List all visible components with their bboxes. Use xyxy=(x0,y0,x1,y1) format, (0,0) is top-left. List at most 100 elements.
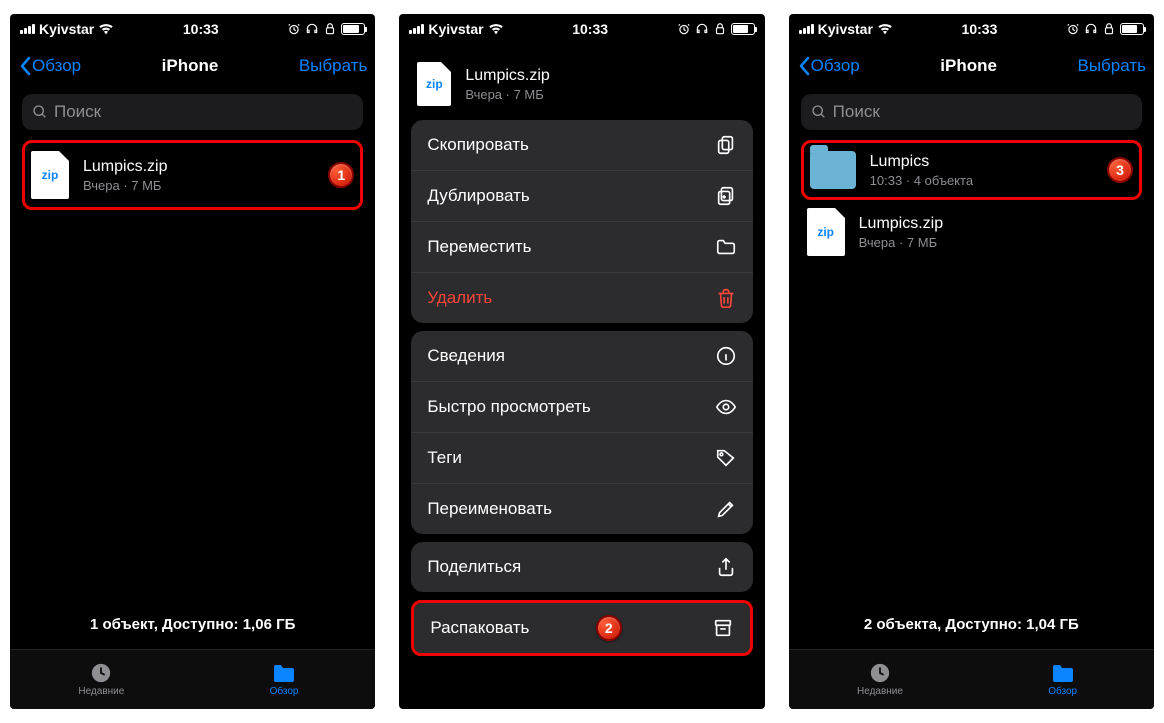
headphones-icon xyxy=(1084,22,1098,36)
lock-icon xyxy=(1102,22,1116,36)
tab-browse-label: Обзор xyxy=(1048,686,1077,697)
search-icon xyxy=(811,104,827,120)
menu-delete[interactable]: Удалить xyxy=(411,273,752,323)
zip-file-icon: zip xyxy=(31,151,69,199)
select-button[interactable]: Выбрать xyxy=(1078,56,1146,76)
folder-meta: 10:33 · 4 объекта xyxy=(870,173,1093,188)
menu-info-label: Сведения xyxy=(427,346,505,366)
pencil-icon xyxy=(715,498,737,520)
lock-icon xyxy=(323,22,337,36)
tab-recents[interactable]: Недавние xyxy=(789,650,972,709)
info-icon xyxy=(715,345,737,367)
menu-rename[interactable]: Переименовать xyxy=(411,484,752,534)
menu-delete-label: Удалить xyxy=(427,288,492,308)
file-meta: Вчера · 7 МБ xyxy=(465,87,746,102)
menu-copy-label: Скопировать xyxy=(427,135,529,155)
tag-icon xyxy=(715,447,737,469)
tab-recents-label: Недавние xyxy=(78,686,124,697)
battery-icon xyxy=(341,23,365,35)
nav-title: iPhone xyxy=(162,56,219,76)
clock-label: 10:33 xyxy=(962,21,998,37)
alarm-icon xyxy=(677,22,691,36)
tab-recents-label: Недавние xyxy=(857,686,903,697)
share-icon xyxy=(715,556,737,578)
select-button[interactable]: Выбрать xyxy=(299,56,367,76)
file-row-lumpics-zip[interactable]: zip Lumpics.zip Вчера · 7 МБ xyxy=(801,200,1142,264)
menu-copy[interactable]: Скопировать xyxy=(411,120,752,171)
signal-icon xyxy=(409,24,424,34)
folder-tab-icon xyxy=(272,662,296,684)
battery-icon xyxy=(1120,23,1144,35)
clock-icon xyxy=(89,662,113,684)
nav-title: iPhone xyxy=(940,56,997,76)
back-button[interactable]: Обзор xyxy=(18,56,81,76)
signal-icon xyxy=(20,24,35,34)
menu-quicklook[interactable]: Быстро просмотреть xyxy=(411,382,752,433)
file-name: Lumpics.zip xyxy=(859,215,1136,233)
footer-status: 1 объект, Доступно: 1,06 ГБ xyxy=(10,600,375,649)
headphones-icon xyxy=(305,22,319,36)
folder-icon xyxy=(810,151,856,189)
wifi-icon xyxy=(98,23,114,35)
tab-bar: Недавние Обзор xyxy=(789,649,1154,709)
archive-icon xyxy=(712,617,734,639)
carrier-label: Kyivstar xyxy=(428,21,483,37)
folder-row-lumpics[interactable]: Lumpics 10:33 · 4 объекта 3 xyxy=(801,140,1142,200)
chevron-left-icon xyxy=(797,56,811,76)
menu-share-label: Поделиться xyxy=(427,557,521,577)
tab-browse[interactable]: Обзор xyxy=(193,650,376,709)
context-menu-header: zip Lumpics.zip Вчера · 7 МБ xyxy=(411,52,752,120)
clock-icon xyxy=(868,662,892,684)
status-bar: Kyivstar 10:33 xyxy=(789,14,1154,44)
copy-icon xyxy=(715,134,737,156)
tab-recents[interactable]: Недавние xyxy=(10,650,193,709)
menu-move[interactable]: Переместить xyxy=(411,222,752,273)
status-bar: Kyivstar 10:33 xyxy=(399,14,764,44)
headphones-icon xyxy=(695,22,709,36)
back-button[interactable]: Обзор xyxy=(797,56,860,76)
search-input[interactable]: Поиск xyxy=(22,94,363,130)
search-icon xyxy=(32,104,48,120)
folder-tab-icon xyxy=(1051,662,1075,684)
trash-icon xyxy=(715,287,737,309)
step-badge-1: 1 xyxy=(328,162,354,188)
screen-2: Kyivstar 10:33 zip Lumpics.zip Вчера · 7… xyxy=(399,14,764,709)
menu-duplicate-label: Дублировать xyxy=(427,186,529,206)
menu-uncompress-highlighted[interactable]: Распаковать 2 xyxy=(411,600,752,656)
alarm-icon xyxy=(287,22,301,36)
tab-browse-label: Обзор xyxy=(270,686,299,697)
folder-icon xyxy=(715,236,737,258)
search-placeholder: Поиск xyxy=(54,102,101,122)
menu-share[interactable]: Поделиться xyxy=(411,542,752,592)
tab-browse[interactable]: Обзор xyxy=(971,650,1154,709)
footer-status: 2 объекта, Доступно: 1,04 ГБ xyxy=(789,600,1154,649)
chevron-left-icon xyxy=(18,56,32,76)
search-input[interactable]: Поиск xyxy=(801,94,1142,130)
file-meta: Вчера · 7 МБ xyxy=(83,178,314,193)
search-placeholder: Поиск xyxy=(833,102,880,122)
menu-tags[interactable]: Теги xyxy=(411,433,752,484)
status-bar: Kyivstar 10:33 xyxy=(10,14,375,44)
wifi-icon xyxy=(877,23,893,35)
carrier-label: Kyivstar xyxy=(818,21,873,37)
battery-icon xyxy=(731,23,755,35)
tab-bar: Недавние Обзор xyxy=(10,649,375,709)
lock-icon xyxy=(713,22,727,36)
back-label: Обзор xyxy=(811,56,860,76)
menu-rename-label: Переименовать xyxy=(427,499,552,519)
file-name: Lumpics.zip xyxy=(465,67,746,85)
file-row-lumpics-zip[interactable]: zip Lumpics.zip Вчера · 7 МБ 1 xyxy=(22,140,363,210)
menu-move-label: Переместить xyxy=(427,237,531,257)
zip-file-icon: zip xyxy=(417,62,451,106)
signal-icon xyxy=(799,24,814,34)
step-badge-2: 2 xyxy=(596,615,622,641)
screen-1: Kyivstar 10:33 Обзор iPhone Выбрать Поис… xyxy=(10,14,375,709)
menu-duplicate[interactable]: Дублировать xyxy=(411,171,752,222)
duplicate-icon xyxy=(715,185,737,207)
step-badge-3: 3 xyxy=(1107,157,1133,183)
context-menu-group-1: Скопировать Дублировать Переместить Удал… xyxy=(411,120,752,323)
wifi-icon xyxy=(488,23,504,35)
menu-info[interactable]: Сведения xyxy=(411,331,752,382)
eye-icon xyxy=(715,396,737,418)
nav-bar: Обзор iPhone Выбрать xyxy=(10,44,375,88)
